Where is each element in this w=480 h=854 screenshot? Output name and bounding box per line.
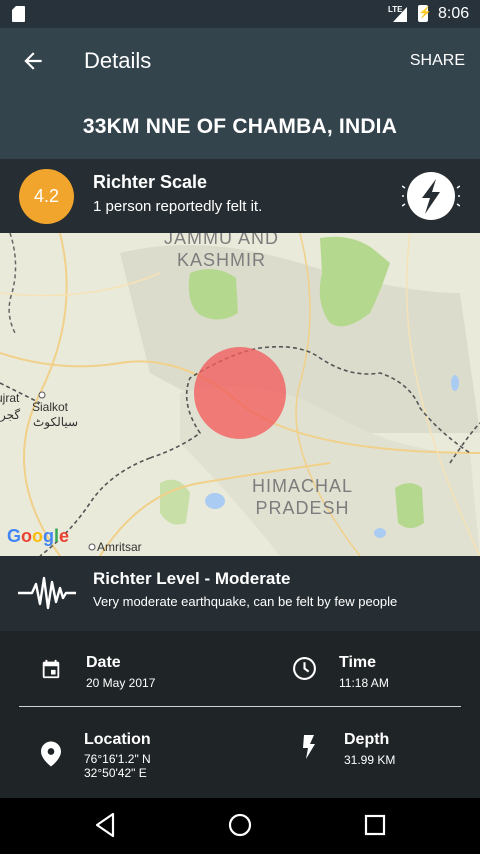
location-pin-icon (41, 741, 61, 767)
navigation-bar (0, 798, 480, 854)
felt-report-text: 1 person reportedly felt it. (93, 198, 263, 215)
map-label-city2: Amritsar (97, 540, 142, 554)
map-label-partial-script: گجر (0, 408, 21, 422)
lightning-bolt-icon (402, 172, 460, 220)
app-bar: Details SHARE (0, 28, 480, 94)
map-label-city1-script: سیالکوٹ (33, 415, 79, 429)
nav-home-icon[interactable] (228, 812, 252, 838)
depth-label: Depth (344, 731, 390, 748)
google-logo: Google (7, 526, 70, 546)
page-title: Details (84, 48, 152, 73)
map-label-region1-line1: JAMMU AND (164, 233, 280, 248)
time-label: Time (339, 654, 377, 671)
map-label-partial: ujrat (0, 391, 20, 405)
magnitude-badge: 4.2 (19, 169, 74, 224)
earthquake-map[interactable]: JAMMU AND KASHMIR HIMACHAL PRADESH Sialkot… (0, 233, 480, 556)
richter-title: Richter Scale (93, 172, 208, 192)
flash-icon (303, 735, 315, 759)
status-bar: LTE 8:06 (0, 0, 480, 28)
location-title-text: 33KM NNE OF CHAMBA, INDIA (82, 115, 398, 138)
seismic-wave-icon (18, 576, 76, 610)
nav-back-icon[interactable] (94, 812, 116, 838)
back-arrow-icon[interactable] (20, 48, 46, 74)
battery-icon (418, 5, 432, 22)
details-divider (19, 706, 461, 707)
richter-level-section: Richter Level - Moderate Very moderate e… (0, 556, 480, 631)
date-label: Date (86, 654, 121, 671)
map-label-region1-line2: KASHMIR (177, 250, 267, 270)
earthquake-location-title: 33KM NNE OF CHAMBA, INDIA (0, 94, 480, 159)
details-grid: Date 20 May 2017 Time 11:18 AM Location … (0, 631, 480, 798)
date-value: 20 May 2017 (86, 676, 156, 690)
map-label-city1: Sialkot (32, 400, 69, 414)
calendar-icon (42, 659, 60, 679)
map-background (0, 233, 480, 556)
depth-value: 31.99 KM (344, 753, 396, 767)
richter-level-description: Very moderate earthquake, can be felt by… (93, 594, 398, 609)
latitude-value: 32°50'42" E (84, 766, 147, 780)
clock-icon (293, 657, 316, 680)
map-label-region2-line2: PRADESH (255, 498, 350, 518)
time-value: 11:18 AM (339, 676, 389, 690)
sd-card-icon (12, 6, 25, 22)
richter-level-title: Richter Level - Moderate (93, 569, 291, 588)
map-label-region2-line1: HIMACHAL (252, 476, 354, 496)
nav-recents-icon[interactable] (364, 812, 386, 838)
share-button[interactable]: SHARE (410, 52, 465, 70)
longitude-value: 76°16'1.2" N (84, 752, 151, 766)
status-time: 8:06 (438, 5, 470, 22)
signal-icon (393, 7, 407, 22)
location-label: Location (84, 731, 151, 748)
